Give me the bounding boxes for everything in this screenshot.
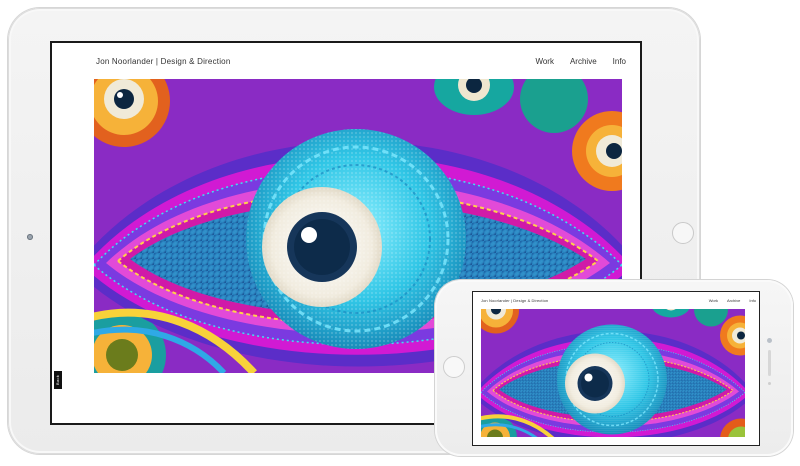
tablet-home-button[interactable] xyxy=(672,222,694,244)
phone-site-nav: Work Archive Info xyxy=(709,298,756,303)
phone-nav-link-info[interactable]: Info xyxy=(749,298,756,303)
site-title[interactable]: Jon Noorlander | Design & Direction xyxy=(96,57,230,66)
side-tab[interactable]: Back xyxy=(54,371,62,389)
phone-site-title[interactable]: Jon Noorlander | Design & Direction xyxy=(481,298,548,303)
phone-device: Jon Noorlander | Design & Direction Work… xyxy=(435,280,793,456)
phone-nav-link-archive[interactable]: Archive xyxy=(727,298,740,303)
phone-nav-link-work[interactable]: Work xyxy=(709,298,718,303)
phone-sensor-icon xyxy=(768,382,771,385)
phone-screen: Jon Noorlander | Design & Direction Work… xyxy=(472,291,760,446)
phone-camera-icon xyxy=(767,338,772,343)
nav-link-archive[interactable]: Archive xyxy=(570,57,597,66)
tablet-camera-icon xyxy=(27,234,33,240)
nav-link-info[interactable]: Info xyxy=(613,57,626,66)
site-header: Jon Noorlander | Design & Direction Work… xyxy=(52,43,640,79)
nav-link-work[interactable]: Work xyxy=(535,57,554,66)
site-nav: Work Archive Info xyxy=(535,57,626,66)
phone-hero-image[interactable] xyxy=(481,309,745,437)
phone-hero-artwork xyxy=(481,309,745,437)
phone-home-button[interactable] xyxy=(443,356,465,378)
phone-speaker-icon xyxy=(768,350,771,376)
